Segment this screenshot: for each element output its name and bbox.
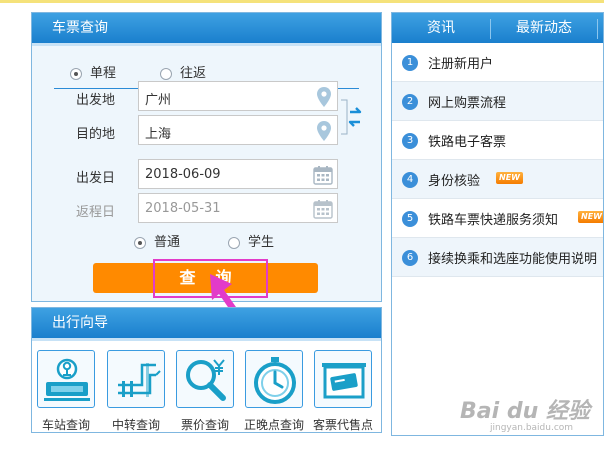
- news-title[interactable]: 铁路车票快递服务须知: [428, 209, 558, 228]
- from-station-input[interactable]: 广州: [138, 81, 338, 111]
- to-station-input[interactable]: 上海: [138, 115, 338, 145]
- depart-date-label: 出发日: [76, 171, 116, 186]
- swap-stations-icon[interactable]: [341, 90, 363, 144]
- guide-item-agent[interactable]: 客票代售点: [312, 346, 374, 434]
- news-item[interactable]: 3 铁路电子客票: [392, 121, 603, 160]
- return-date-value: 2018-05-31: [145, 201, 221, 216]
- guide-label: 正晚点查询: [243, 418, 304, 432]
- calendar-icon[interactable]: [313, 199, 333, 219]
- guide-tile[interactable]: [37, 350, 95, 408]
- news-item[interactable]: 4 身份核验 NEW: [392, 160, 603, 199]
- guide-panel-title: 出行向导: [32, 308, 381, 341]
- guide-label: 票价查询: [180, 418, 229, 432]
- news-title[interactable]: 接续换乘和选座功能使用说明: [428, 248, 597, 267]
- guide-tile[interactable]: [176, 350, 234, 408]
- news-number: 4: [402, 172, 418, 188]
- news-item[interactable]: 2 网上购票流程: [392, 82, 603, 121]
- radio-oneway[interactable]: [70, 68, 82, 80]
- guide-label: 中转查询: [111, 418, 160, 432]
- radio-normal[interactable]: [134, 237, 146, 249]
- news-item[interactable]: 6 接续换乘和选座功能使用说明: [392, 238, 603, 277]
- guide-item-price[interactable]: 票价查询: [174, 346, 236, 434]
- guide-tile[interactable]: [245, 350, 303, 408]
- from-station-value: 广州: [145, 93, 172, 108]
- new-badge: NEW: [496, 172, 523, 184]
- tab-divider: [597, 19, 598, 39]
- news-tab-bar: 资讯 最新动态: [392, 13, 603, 43]
- transfer-icon: [118, 363, 161, 397]
- ticket-panel-title: 车票查询: [32, 13, 381, 46]
- news-title[interactable]: 身份核验: [428, 170, 480, 189]
- return-date-label: 返程日: [76, 205, 116, 220]
- price-search-icon: [186, 359, 226, 401]
- return-date-input[interactable]: 2018-05-31: [138, 193, 338, 223]
- watermark-main: Bai du 经验: [460, 399, 590, 424]
- guide-label: 客票代售点: [312, 418, 373, 432]
- to-station-value: 上海: [145, 127, 172, 142]
- travel-guide-panel: 出行向导 车站查询 中转查询 票价查询 正晚点查询 客票代售点: [31, 307, 382, 433]
- guide-item-delay[interactable]: 正晚点查询: [243, 346, 305, 434]
- train-station-icon: [44, 358, 90, 401]
- news-panel: 资讯 最新动态 1 注册新用户 2 网上购票流程 3 铁路电子客票 4 身份核验…: [391, 12, 604, 436]
- news-item[interactable]: 1 注册新用户: [392, 43, 603, 82]
- from-label: 出发地: [76, 93, 116, 108]
- radio-student[interactable]: [228, 237, 240, 249]
- watermark-sub: jingyan.baidu.com: [490, 423, 574, 433]
- passenger-normal-label: 普通: [154, 235, 181, 250]
- news-title[interactable]: 铁路电子客票: [428, 131, 506, 150]
- passenger-student-label: 学生: [248, 235, 275, 250]
- tab-latest[interactable]: 最新动态: [491, 13, 597, 43]
- guide-item-station[interactable]: 车站查询: [35, 346, 97, 434]
- depart-date-value: 2018-06-09: [145, 167, 221, 182]
- news-number: 2: [402, 94, 418, 110]
- news-number: 6: [402, 250, 418, 266]
- baidu-watermark: Bai du 经验 jingyan.baidu.com: [460, 393, 600, 443]
- ticket-agent-icon: [322, 363, 366, 399]
- stopwatch-icon: [254, 357, 296, 404]
- to-label: 目的地: [76, 127, 116, 142]
- news-number: 1: [402, 55, 418, 71]
- guide-tile[interactable]: [107, 350, 165, 408]
- guide-tile[interactable]: [314, 350, 372, 408]
- news-title[interactable]: 网上购票流程: [428, 92, 506, 111]
- guide-item-transfer[interactable]: 中转查询: [105, 346, 167, 434]
- guide-label: 车站查询: [41, 418, 90, 432]
- location-pin-icon[interactable]: [317, 87, 331, 107]
- tab-news[interactable]: 资讯: [392, 13, 490, 43]
- trip-oneway-label: 单程: [90, 66, 117, 81]
- new-badge: NEW: [578, 211, 603, 223]
- news-number: 3: [402, 133, 418, 149]
- news-item[interactable]: 5 铁路车票快递服务须知 NEW: [392, 199, 603, 238]
- top-strip: [0, 0, 604, 3]
- location-pin-icon[interactable]: [317, 121, 331, 141]
- depart-date-input[interactable]: 2018-06-09: [138, 159, 338, 189]
- news-number: 5: [402, 211, 418, 227]
- radio-round[interactable]: [160, 68, 172, 80]
- news-title[interactable]: 注册新用户: [428, 53, 493, 72]
- calendar-icon[interactable]: [313, 165, 333, 185]
